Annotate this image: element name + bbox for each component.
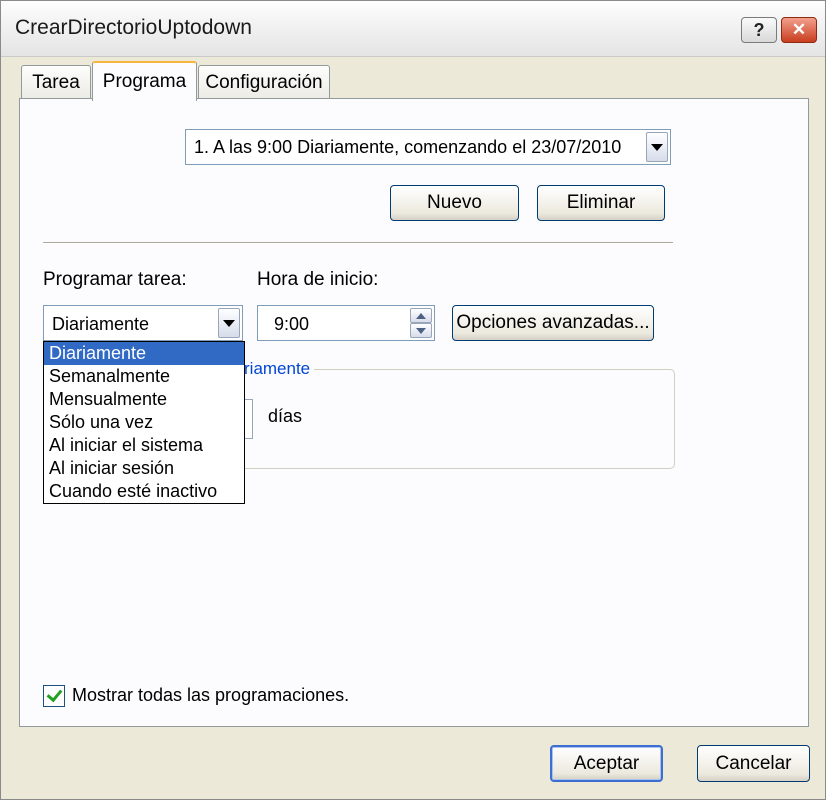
ok-button[interactable]: Aceptar — [550, 745, 663, 782]
tab-tarea[interactable]: Tarea — [21, 65, 91, 99]
schedule-select[interactable]: 1. A las 9:00 Diariamente, comenzando el… — [185, 129, 671, 165]
spin-up-icon — [416, 312, 426, 319]
schedule-task-value: Diariamente — [52, 314, 150, 334]
help-icon: ? — [753, 19, 765, 40]
dropdown-option-al-iniciar-sesion[interactable]: Al iniciar sesión — [44, 457, 244, 480]
dialog-window: CrearDirectorioUptodown ? ✕ Tarea Progra… — [0, 0, 826, 800]
dropdown-option-al-iniciar-sistema[interactable]: Al iniciar el sistema — [44, 434, 244, 457]
spin-down-icon — [416, 327, 426, 334]
schedule-task-label: Programar tarea: — [43, 269, 187, 290]
dropdown-option-cuando-inactivo[interactable]: Cuando esté inactivo — [44, 480, 244, 503]
schedule-task-dropdown-button[interactable] — [218, 308, 240, 338]
title-bar: CrearDirectorioUptodown ? ✕ — [1, 1, 825, 57]
schedule-select-dropdown-button[interactable] — [646, 132, 668, 162]
chevron-down-icon — [651, 143, 663, 151]
start-time-input[interactable]: 9:00 — [257, 305, 435, 341]
start-time-spin-down[interactable] — [410, 323, 432, 338]
close-icon: ✕ — [791, 20, 807, 39]
schedule-task-select[interactable]: Diariamente — [43, 305, 243, 341]
checkmark-icon — [46, 685, 62, 703]
help-button[interactable]: ? — [741, 17, 777, 43]
start-time-label: Hora de inicio: — [257, 269, 379, 290]
start-time-value: 9:00 — [274, 314, 310, 334]
chevron-down-icon — [223, 319, 235, 327]
new-schedule-button[interactable]: Nuevo — [390, 185, 519, 221]
schedule-task-dropdown-list: Diariamente Semanalmente Mensualmente Só… — [43, 341, 245, 504]
days-unit-label: días — [268, 406, 303, 426]
delete-schedule-button[interactable]: Eliminar — [537, 185, 665, 221]
window-title: CrearDirectorioUptodown — [15, 16, 252, 39]
tab-configuracion[interactable]: Configuración — [198, 65, 330, 99]
dropdown-option-solo-una-vez[interactable]: Sólo una vez — [44, 411, 244, 434]
tab-programa[interactable]: Programa — [92, 61, 197, 101]
close-button[interactable]: ✕ — [781, 17, 817, 43]
advanced-options-button[interactable]: Opciones avanzadas... — [452, 305, 654, 341]
show-all-label[interactable]: Mostrar todas las programaciones. — [72, 685, 349, 706]
cancel-button[interactable]: Cancelar — [697, 745, 810, 782]
daily-group-legend: riamente — [240, 359, 315, 379]
start-time-spin-up[interactable] — [410, 308, 432, 323]
separator-line — [43, 242, 673, 244]
schedule-select-value: 1. A las 9:00 Diariamente, comenzando el… — [194, 137, 622, 157]
dropdown-option-semanalmente[interactable]: Semanalmente — [44, 365, 244, 388]
show-all-checkbox[interactable] — [43, 685, 65, 707]
dropdown-option-diariamente[interactable]: Diariamente — [44, 342, 244, 365]
dropdown-option-mensualmente[interactable]: Mensualmente — [44, 388, 244, 411]
